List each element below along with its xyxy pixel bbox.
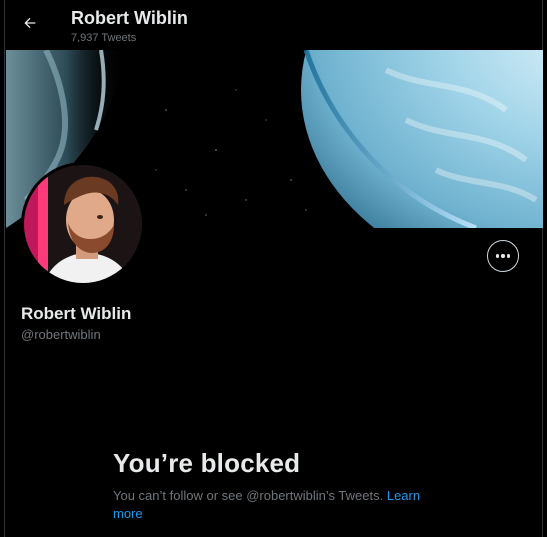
header-title: Robert Wiblin	[71, 8, 188, 28]
back-button[interactable]	[17, 10, 43, 36]
arrow-left-icon	[24, 17, 36, 29]
profile-display-name: Robert Wiblin	[21, 304, 132, 323]
more-options-button[interactable]	[487, 240, 519, 272]
profile-avatar[interactable]	[21, 162, 145, 286]
profile-header: Robert Wiblin 7,937 Tweets	[5, 0, 542, 50]
blocked-message: You can’t follow or see @robertwiblin’s …	[113, 487, 443, 523]
profile-page: Robert Wiblin 7,937 Tweets Robert Wiblin…	[4, 0, 543, 537]
tweet-count: 7,937 Tweets	[71, 32, 137, 44]
blocked-title: You’re blocked	[113, 448, 301, 478]
profile-handle: @robertwiblin	[21, 327, 101, 342]
blocked-message-text: You can’t follow or see @robertwiblin’s …	[113, 488, 384, 503]
more-horizontal-icon	[494, 254, 511, 258]
